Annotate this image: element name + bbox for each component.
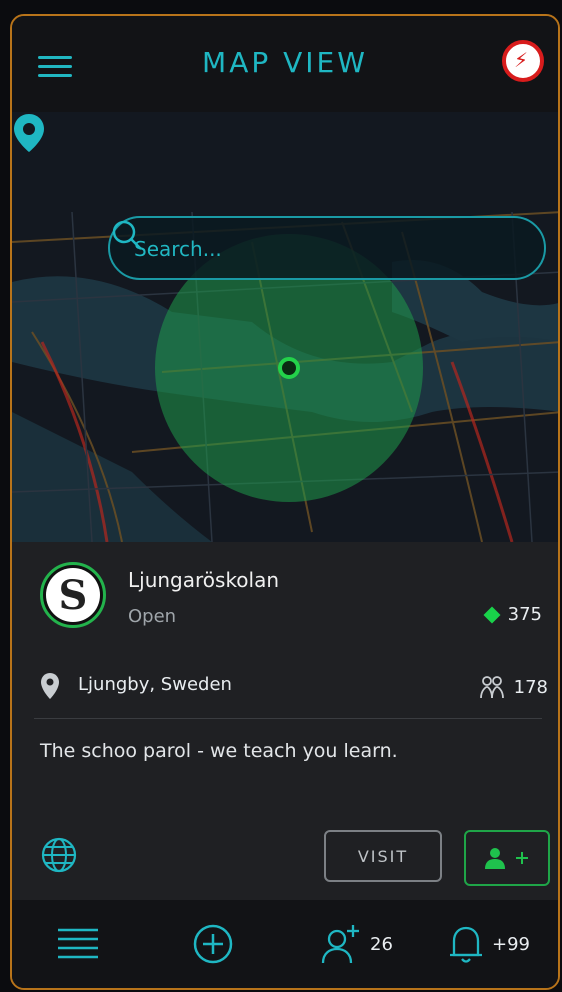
selected-location-marker	[278, 357, 300, 379]
list-icon	[58, 928, 98, 959]
members-value: 178	[513, 676, 548, 698]
points-counter: 375	[483, 604, 542, 625]
bell-icon	[450, 926, 482, 963]
friend-requests-count: 26	[370, 933, 393, 955]
list-button[interactable]	[56, 900, 100, 988]
school-description: The schoo parol - we teach you learn.	[40, 740, 398, 762]
add-member-button[interactable]	[464, 830, 550, 886]
search-input[interactable]	[132, 230, 476, 268]
members-counter: 178	[478, 674, 548, 700]
search-icon[interactable]	[110, 218, 144, 252]
school-status: Open	[128, 606, 177, 627]
search-bar[interactable]	[108, 216, 546, 280]
map-canvas	[12, 211, 558, 542]
school-details-panel: S Ljungaröskolan Open 375 Ljungby, Swede…	[12, 542, 558, 904]
school-logo-letter: S	[46, 568, 100, 622]
plus-icon	[516, 852, 528, 864]
school-logo: S	[40, 562, 106, 628]
notifications-button[interactable]: +99	[448, 900, 530, 988]
notifications-count: +99	[492, 933, 530, 955]
location-row: Ljungby, Sweden 178	[40, 670, 550, 704]
add-button[interactable]	[192, 900, 234, 988]
members-icon	[479, 676, 504, 699]
add-circle-icon	[193, 924, 233, 964]
school-name: Ljungaröskolan	[128, 568, 280, 592]
bottom-nav: 26 +99	[12, 900, 558, 988]
top-bar: MAP VIEW	[12, 16, 558, 112]
map-area[interactable]	[12, 112, 558, 542]
location-pin-icon	[41, 673, 59, 699]
location-pin-icon[interactable]	[12, 112, 46, 154]
friend-requests-button[interactable]: 26	[320, 900, 393, 988]
divider	[34, 718, 542, 719]
page-title: MAP VIEW	[202, 46, 368, 79]
points-value: 375	[507, 604, 542, 625]
add-friend-icon	[321, 925, 359, 964]
globe-icon[interactable]	[40, 836, 78, 874]
add-member-icon	[485, 848, 505, 869]
avatar[interactable]	[502, 40, 544, 82]
visit-button[interactable]: VISIT	[324, 830, 442, 882]
app-frame: MAP VIEW ⚡ Search... S Ljungaröskolan Op…	[10, 14, 560, 990]
points-diamond-icon	[483, 606, 501, 623]
school-location: Ljungby, Sweden	[78, 674, 232, 695]
